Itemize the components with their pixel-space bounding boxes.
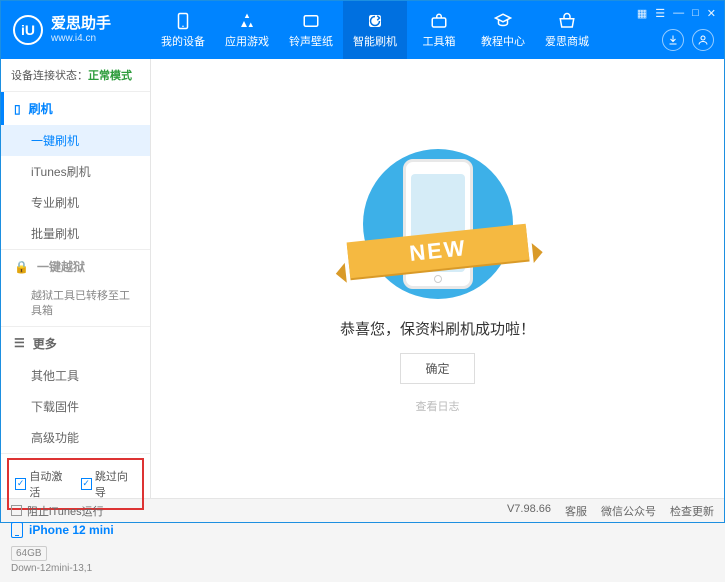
sidebar-item-advanced[interactable]: 高级功能 (1, 422, 150, 453)
nav-label: 教程中心 (481, 33, 525, 49)
wechat-link[interactable]: 微信公众号 (601, 503, 656, 519)
sidebar: 设备连接状态：正常模式 ▯ 刷机 一键刷机 iTunes刷机 专业刷机 批量刷机… (1, 59, 151, 498)
logo-area: iU 爱思助手 www.i4.cn (1, 15, 151, 45)
skin-button[interactable]: ▦ (637, 7, 647, 20)
minimize-button[interactable]: — (673, 7, 684, 20)
sidebar-head-label: 一键越狱 (37, 258, 85, 275)
app-header: iU 爱思助手 www.i4.cn 我的设备 应用游戏 铃声壁纸 智能刷机 工具… (1, 1, 724, 59)
sidebar-head-label: 刷机 (29, 100, 53, 117)
nav-apps[interactable]: 应用游戏 (215, 1, 279, 59)
checkbox-label: 自动激活 (29, 468, 70, 500)
footer-right: V7.98.66 客服 微信公众号 检查更新 (507, 503, 714, 519)
checkbox-auto-activate[interactable]: ✓ 自动激活 (15, 468, 71, 500)
version-label: V7.98.66 (507, 503, 551, 519)
lock-icon: 🔒 (14, 260, 29, 274)
status-value: 正常模式 (88, 70, 132, 82)
tutorial-icon (494, 12, 512, 30)
nav-label: 智能刷机 (353, 33, 397, 49)
nav-toolbox[interactable]: 工具箱 (407, 1, 471, 59)
checkbox-icon: ✓ (81, 478, 92, 490)
account-button[interactable] (692, 29, 714, 51)
nav-label: 我的设备 (161, 33, 205, 49)
connection-status: 设备连接状态：正常模式 (1, 59, 150, 92)
flash-icon (366, 12, 384, 30)
sidebar-item-oneclick-flash[interactable]: 一键刷机 (1, 125, 150, 156)
nav-label: 应用游戏 (225, 33, 269, 49)
jailbreak-note: 越狱工具已转移至工具箱 (1, 283, 150, 326)
close-button[interactable]: ✕ (707, 7, 716, 20)
sidebar-head-flash[interactable]: ▯ 刷机 (1, 92, 150, 125)
nav-store[interactable]: 爱思商城 (535, 1, 599, 59)
store-icon (558, 12, 576, 30)
sidebar-jailbreak-group: 🔒 一键越狱 越狱工具已转移至工具箱 (1, 250, 150, 327)
nav-label: 工具箱 (423, 33, 456, 49)
apps-icon (238, 12, 256, 30)
sidebar-head-more[interactable]: ☰ 更多 (1, 327, 150, 360)
window-controls: ▦ ☰ — □ ✕ (637, 7, 716, 20)
nav-label: 铃声壁纸 (289, 33, 333, 49)
customer-service-link[interactable]: 客服 (565, 503, 587, 519)
status-label: 设备连接状态： (11, 70, 88, 82)
sidebar-head-label: 更多 (33, 335, 57, 352)
confirm-button[interactable]: 确定 (400, 353, 474, 384)
phone-icon (174, 12, 192, 30)
app-title: 爱思助手 (51, 16, 111, 33)
device-icon: ▯ (14, 102, 21, 116)
device-meta: 64GB Down-12mini-13,1 (1, 546, 150, 582)
app-logo-icon: iU (13, 15, 43, 45)
checkbox-icon: ✓ (15, 478, 26, 490)
nav-ringtones[interactable]: 铃声壁纸 (279, 1, 343, 59)
maximize-button[interactable]: □ (692, 7, 699, 20)
sidebar-item-other-tools[interactable]: 其他工具 (1, 360, 150, 391)
device-firmware: Down-12mini-13,1 (11, 563, 92, 574)
more-icon: ☰ (14, 336, 25, 350)
check-update-link[interactable]: 检查更新 (670, 503, 714, 519)
app-url: www.i4.cn (51, 33, 111, 44)
menu-button[interactable]: ☰ (655, 7, 665, 20)
sidebar-head-jailbreak[interactable]: 🔒 一键越狱 (1, 250, 150, 283)
sidebar-item-itunes-flash[interactable]: iTunes刷机 (1, 156, 150, 187)
toolbox-icon (430, 12, 448, 30)
sidebar-more-group: ☰ 更多 其他工具 下载固件 高级功能 (1, 327, 150, 454)
sidebar-item-batch-flash[interactable]: 批量刷机 (1, 218, 150, 249)
view-log-link[interactable]: 查看日志 (416, 398, 460, 414)
sidebar-item-pro-flash[interactable]: 专业刷机 (1, 187, 150, 218)
main-content: NEW 恭喜您，保资料刷机成功啦！ 确定 查看日志 (151, 59, 724, 498)
nav-label: 爱思商城 (545, 33, 589, 49)
nav-tutorials[interactable]: 教程中心 (471, 1, 535, 59)
sidebar-item-download-firmware[interactable]: 下载固件 (1, 391, 150, 422)
sidebar-flash-group: ▯ 刷机 一键刷机 iTunes刷机 专业刷机 批量刷机 (1, 92, 150, 250)
device-name: iPhone 12 mini (29, 523, 114, 537)
checkbox-skip-guide[interactable]: ✓ 跳过向导 (81, 468, 137, 500)
download-button[interactable] (662, 29, 684, 51)
nav-my-device[interactable]: 我的设备 (151, 1, 215, 59)
success-illustration: NEW (338, 144, 538, 304)
checkbox-block-itunes[interactable] (11, 505, 22, 516)
checkbox-label: 跳过向导 (95, 468, 136, 500)
footer-left: 阻止iTunes运行 (11, 503, 104, 519)
app-body: 设备连接状态：正常模式 ▯ 刷机 一键刷机 iTunes刷机 专业刷机 批量刷机… (1, 59, 724, 498)
nav-flash[interactable]: 智能刷机 (343, 1, 407, 59)
phone-icon (11, 522, 23, 538)
success-message: 恭喜您，保资料刷机成功啦！ (340, 318, 535, 339)
wallpaper-icon (302, 12, 320, 30)
device-row[interactable]: iPhone 12 mini (1, 514, 150, 546)
block-itunes-label: 阻止iTunes运行 (27, 503, 104, 519)
logo-text: 爱思助手 www.i4.cn (51, 16, 111, 44)
device-storage: 64GB (11, 546, 47, 561)
header-circle-buttons (662, 29, 714, 51)
